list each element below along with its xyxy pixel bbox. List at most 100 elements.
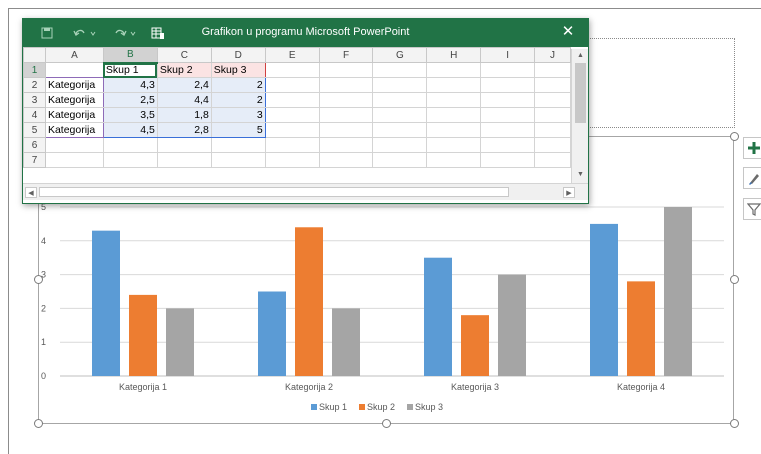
row-header[interactable]: 1	[23, 62, 46, 78]
cell[interactable]	[534, 77, 571, 93]
cell[interactable]: 3	[210, 107, 266, 123]
cell[interactable]: Skup 3	[210, 62, 266, 78]
cell[interactable]	[318, 92, 374, 108]
cell[interactable]: Kategorija	[44, 107, 104, 123]
column-header[interactable]: D	[210, 47, 266, 63]
cell[interactable]	[480, 107, 536, 123]
cell[interactable]	[426, 122, 482, 138]
cell[interactable]	[318, 122, 374, 138]
row-header[interactable]: 4	[23, 107, 46, 123]
cell[interactable]	[318, 137, 374, 153]
cell[interactable]: 2	[210, 77, 266, 93]
cell[interactable]	[264, 92, 320, 108]
column-header[interactable]: E	[264, 47, 320, 63]
cell[interactable]: 4,5	[102, 122, 158, 138]
close-button[interactable]: ✕	[558, 22, 578, 42]
row-header[interactable]: 3	[23, 92, 46, 108]
cell[interactable]	[210, 152, 266, 168]
cell[interactable]: 2,4	[156, 77, 212, 93]
cell[interactable]	[44, 137, 104, 153]
cell[interactable]	[372, 92, 428, 108]
cell[interactable]	[372, 137, 428, 153]
cell[interactable]	[318, 77, 374, 93]
cell[interactable]	[264, 107, 320, 123]
cell[interactable]	[156, 152, 212, 168]
cell[interactable]	[534, 152, 571, 168]
horizontal-scroll-track[interactable]	[39, 187, 509, 197]
row-header[interactable]: 5	[23, 122, 46, 138]
cell[interactable]	[156, 137, 212, 153]
cell[interactable]: 4,3	[102, 77, 158, 93]
cell[interactable]	[480, 77, 536, 93]
legend-entry[interactable]: Skup 3	[415, 402, 443, 412]
cell[interactable]	[318, 152, 374, 168]
cell[interactable]	[210, 137, 266, 153]
cell[interactable]	[372, 77, 428, 93]
scroll-up-arrow-icon[interactable]: ▲	[574, 50, 587, 62]
cell[interactable]	[102, 152, 158, 168]
cell[interactable]	[264, 152, 320, 168]
cell[interactable]	[264, 122, 320, 138]
column-header[interactable]: A	[44, 47, 104, 63]
cell[interactable]: Kategorija	[44, 77, 104, 93]
row-header[interactable]: 7	[23, 152, 46, 168]
cell[interactable]	[480, 62, 536, 78]
vertical-scroll-thumb[interactable]	[575, 63, 586, 123]
cell[interactable]: 2,8	[156, 122, 212, 138]
cell[interactable]: Skup 2	[156, 62, 212, 78]
window-titlebar[interactable]: Grafikon u programu Microsoft PowerPoint…	[23, 19, 588, 47]
column-header[interactable]: J	[534, 47, 571, 63]
cell[interactable]: 3,5	[102, 107, 158, 123]
bar-skup-1[interactable]	[424, 257, 452, 376]
scroll-right-arrow-icon[interactable]: ▶	[563, 187, 575, 198]
cell[interactable]	[534, 137, 571, 153]
bar-skup-1[interactable]	[258, 291, 286, 377]
column-header[interactable]: H	[426, 47, 482, 63]
cell[interactable]	[102, 137, 158, 153]
cell[interactable]: Kategorija	[44, 92, 104, 108]
bar-skup-2[interactable]	[129, 294, 157, 376]
chart-data-sheet-window[interactable]: Grafikon u programu Microsoft PowerPoint…	[22, 18, 589, 204]
cell[interactable]	[480, 122, 536, 138]
cell[interactable]	[264, 62, 320, 78]
cell[interactable]	[426, 62, 482, 78]
row-header[interactable]: 6	[23, 137, 46, 153]
scroll-down-arrow-icon[interactable]: ▼	[574, 169, 587, 181]
cell[interactable]	[534, 62, 571, 78]
column-header[interactable]: F	[318, 47, 374, 63]
bar-skup-3[interactable]	[166, 308, 194, 376]
cell[interactable]	[44, 152, 104, 168]
cell[interactable]	[480, 137, 536, 153]
cell[interactable]: Skup 1	[102, 62, 158, 78]
cell[interactable]	[534, 122, 571, 138]
cell[interactable]	[480, 92, 536, 108]
cell[interactable]	[372, 62, 428, 78]
cell[interactable]: Kategorija	[44, 122, 104, 138]
cell[interactable]: 5	[210, 122, 266, 138]
cell[interactable]	[318, 62, 374, 78]
column-header[interactable]: B	[102, 47, 158, 64]
bar-skup-1[interactable]	[590, 223, 618, 376]
cell[interactable]	[426, 107, 482, 123]
cell[interactable]	[534, 107, 571, 123]
legend-entry[interactable]: Skup 2	[367, 402, 395, 412]
bar-skup-3[interactable]	[332, 308, 360, 376]
bar-skup-3[interactable]	[498, 274, 526, 376]
legend-entry[interactable]: Skup 1	[319, 402, 347, 412]
chart-styles-button[interactable]	[743, 167, 761, 189]
spreadsheet-grid[interactable]: A B C D E F G H I J 1 Skup 1 Skup 2 Skup	[23, 47, 571, 183]
cell[interactable]	[372, 122, 428, 138]
scroll-left-arrow-icon[interactable]: ◀	[25, 187, 37, 198]
cell[interactable]	[372, 107, 428, 123]
select-all-corner[interactable]	[23, 47, 46, 63]
column-header[interactable]: G	[372, 47, 428, 63]
cell[interactable]: 2,5	[102, 92, 158, 108]
bar-skup-2[interactable]	[295, 227, 323, 376]
add-chart-element-button[interactable]	[743, 137, 761, 159]
bar-skup-3[interactable]	[664, 207, 692, 376]
cell[interactable]	[318, 107, 374, 123]
horizontal-scrollbar[interactable]: ◀ ▶	[23, 183, 588, 200]
cell[interactable]	[480, 152, 536, 168]
chart-filter-button[interactable]	[743, 198, 761, 220]
cell[interactable]: 1,8	[156, 107, 212, 123]
